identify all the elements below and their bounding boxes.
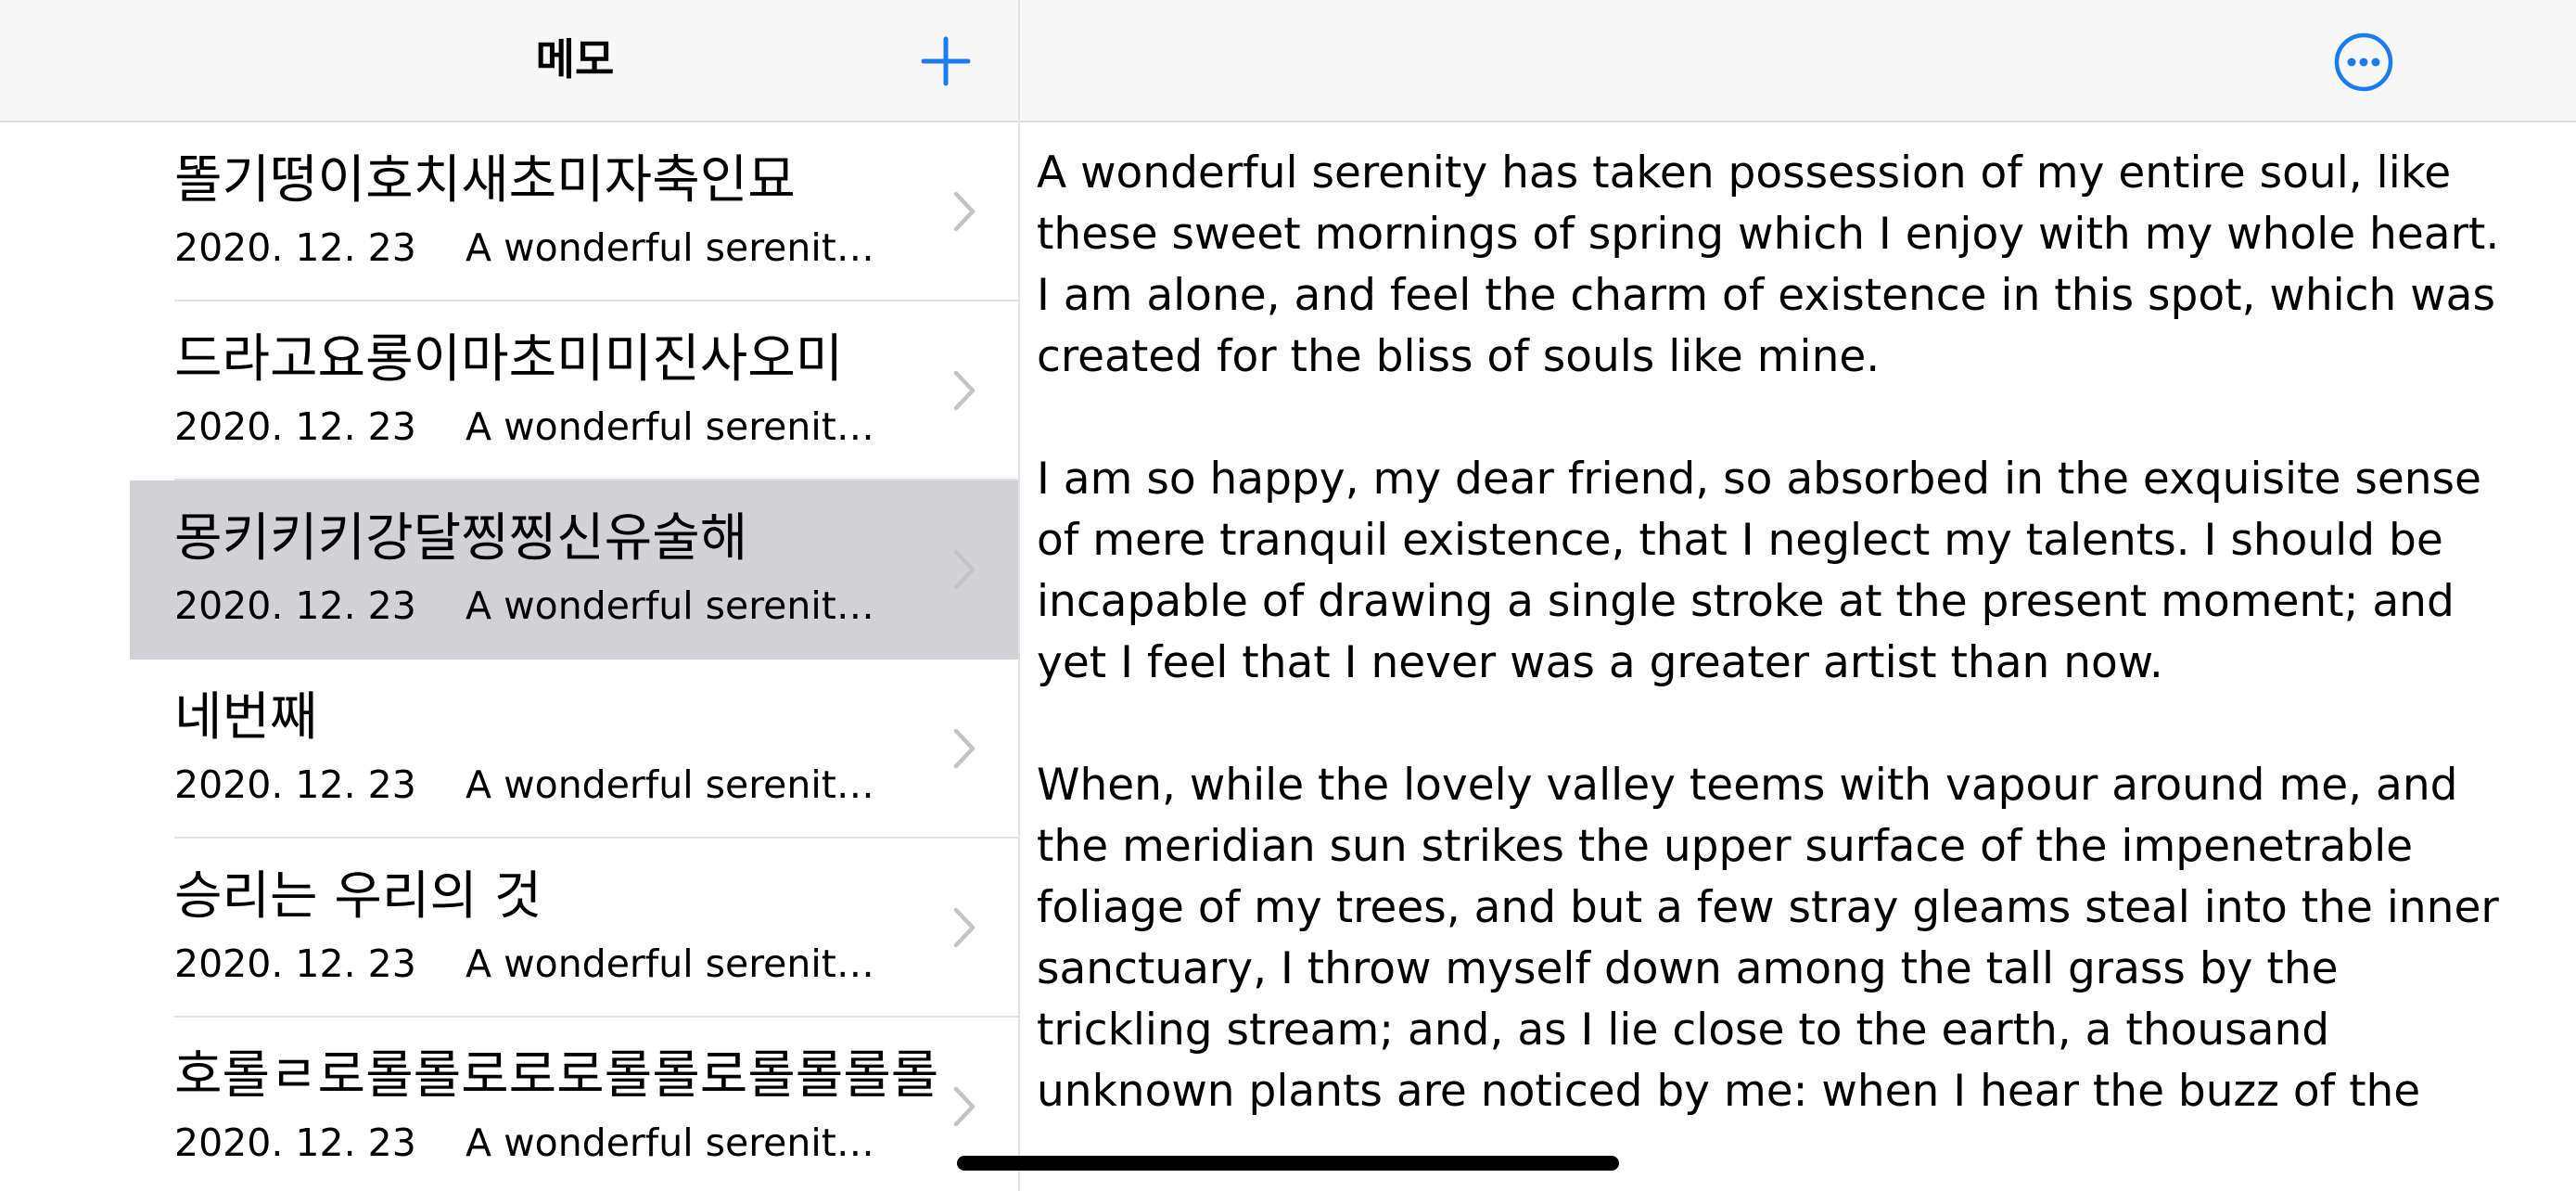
sidebar-title: 메모	[535, 34, 615, 84]
memo-list-item[interactable]: 똘기떵이호치새초미자축인묘 2020. 12. 23 A wonderful se…	[130, 122, 1018, 301]
memo-detail: A wonderful serenity has taken possessio…	[1020, 0, 2576, 1191]
memo-item-date: 2020. 12. 23	[174, 404, 416, 449]
memo-item-subtitle: 2020. 12. 23 A wonderful serenity has tak…	[174, 1118, 953, 1168]
memo-item-title: 네번째	[174, 687, 318, 748]
memo-list-item[interactable]: 드라고요롱이마초미미진사오미 2020. 12. 23 A wonderful s…	[130, 301, 1018, 480]
chevron-right-icon	[953, 728, 976, 769]
chevron-right-icon	[953, 370, 976, 411]
memo-paragraph: A wonderful serenity has taken possessio…	[1037, 147, 2500, 382]
memo-list-item[interactable]: 호롤ㄹ로롤롤로로로롤롤로롤롤롤롤 2020. 12. 23 A wonderful…	[130, 1018, 1018, 1191]
memo-item-subtitle: 2020. 12. 23 A wonderful serenity has tak…	[174, 223, 953, 273]
memo-item-date: 2020. 12. 23	[174, 941, 416, 986]
ellipsis-circle-icon	[2334, 32, 2393, 92]
memo-item-date: 2020. 12. 23	[174, 762, 416, 807]
add-memo-button[interactable]	[918, 33, 974, 89]
memo-paragraph: I am so happy, my dear friend, so absorb…	[1037, 454, 2481, 688]
notes-app: 메모 똘기떵이호치새초미자축인묘 2020. 12. 23 A wonderful…	[0, 0, 2576, 1191]
memo-item-preview: A wonderful serenity has taken possessio…	[465, 762, 892, 807]
memo-item-subtitle: 2020. 12. 23 A wonderful serenity has tak…	[174, 939, 953, 989]
memo-list-item[interactable]: 네번째 2020. 12. 23 A wonderful serenity has…	[130, 660, 1018, 839]
chevron-right-icon	[953, 1086, 976, 1127]
memo-item-subtitle: 2020. 12. 23 A wonderful serenity has tak…	[174, 760, 953, 810]
memo-item-title: 똘기떵이호치새초미자축인묘	[174, 150, 796, 211]
memo-body-text[interactable]: A wonderful serenity has taken possessio…	[1037, 143, 2520, 1184]
memo-item-preview: A wonderful serenity has taken possessio…	[465, 404, 892, 449]
memo-item-date: 2020. 12. 23	[174, 583, 416, 628]
chevron-right-icon	[953, 191, 976, 232]
memo-list: 똘기떵이호치새초미자축인묘 2020. 12. 23 A wonderful se…	[0, 122, 1018, 1191]
memo-item-preview: A wonderful serenity has taken possessio…	[465, 225, 892, 270]
chevron-right-icon	[953, 549, 976, 590]
memo-item-preview: A wonderful serenity has taken possessio…	[465, 941, 892, 986]
memo-item-title: 승리는 우리의 것	[174, 866, 542, 927]
memo-item-title: 몽키키키강달찡찡신유술해	[174, 508, 748, 569]
memo-item-preview: A wonderful serenity has taken possessio…	[465, 1121, 892, 1165]
plus-icon	[921, 36, 971, 86]
more-options-button[interactable]	[2333, 32, 2394, 93]
memo-item-title: 드라고요롱이마초미미진사오미	[174, 329, 844, 390]
memo-list-item[interactable]: 몽키키키강달찡찡신유술해 2020. 12. 23 A wonderful ser…	[130, 480, 1018, 660]
chevron-right-icon	[953, 907, 976, 948]
detail-navigation-bar	[1020, 0, 2576, 122]
sidebar-navigation-bar: 메모	[0, 0, 1018, 122]
memo-item-preview: A wonderful serenity has taken possessio…	[465, 583, 892, 628]
memo-item-date: 2020. 12. 23	[174, 1121, 416, 1165]
memo-item-subtitle: 2020. 12. 23 A wonderful serenity has tak…	[174, 581, 953, 631]
memo-item-date: 2020. 12. 23	[174, 225, 416, 270]
home-indicator[interactable]	[957, 1156, 1619, 1171]
memo-paragraph: When, while the lovely valley teems with…	[1037, 760, 2499, 1117]
memo-item-subtitle: 2020. 12. 23 A wonderful serenity has tak…	[174, 402, 953, 452]
memo-sidebar: 메모 똘기떵이호치새초미자축인묘 2020. 12. 23 A wonderful…	[0, 0, 1020, 1191]
memo-list-item[interactable]: 승리는 우리의 것 2020. 12. 23 A wonderful sereni…	[130, 839, 1018, 1018]
memo-item-title: 호롤ㄹ로롤롤로로로롤롤로롤롤롤롤	[174, 1045, 939, 1106]
